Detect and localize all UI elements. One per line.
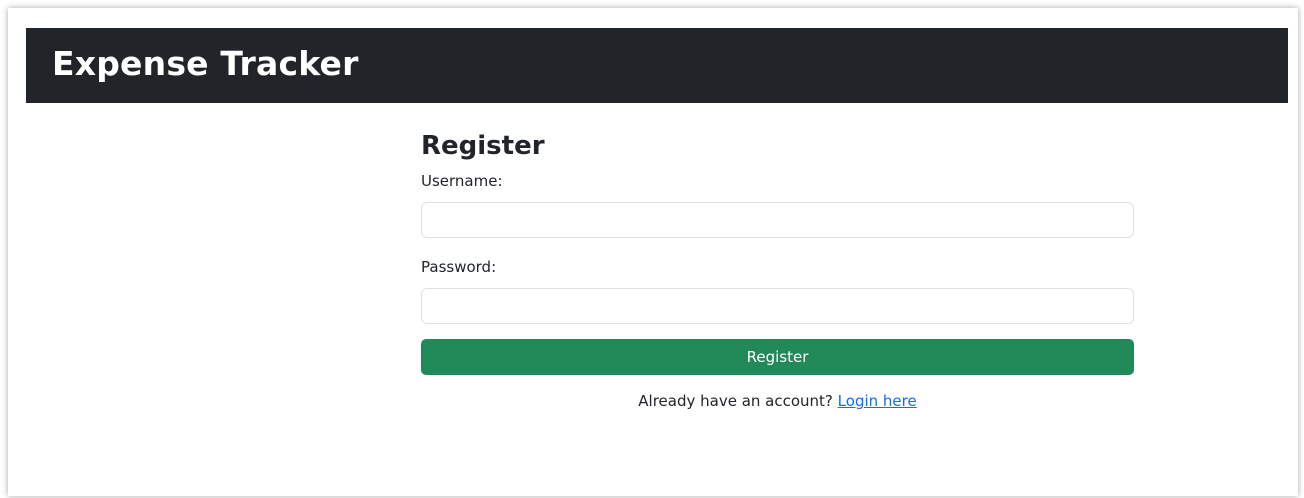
username-input[interactable] xyxy=(421,202,1134,238)
password-label: Password: xyxy=(421,258,497,276)
app-brand[interactable]: Expense Tracker xyxy=(52,44,359,83)
login-prompt-text: Already have an account? xyxy=(638,392,833,410)
browser-page: Expense Tracker Register Username: Passw… xyxy=(8,8,1298,496)
navbar: Expense Tracker xyxy=(26,28,1288,103)
login-link[interactable]: Login here xyxy=(838,392,917,410)
page-title: Register xyxy=(421,131,545,161)
password-input[interactable] xyxy=(421,288,1134,324)
username-label: Username: xyxy=(421,172,503,190)
register-form: Register Username: Password: Register Al… xyxy=(421,126,1134,410)
register-button[interactable]: Register xyxy=(421,339,1134,375)
login-prompt-line: Already have an account? Login here xyxy=(421,392,1134,410)
